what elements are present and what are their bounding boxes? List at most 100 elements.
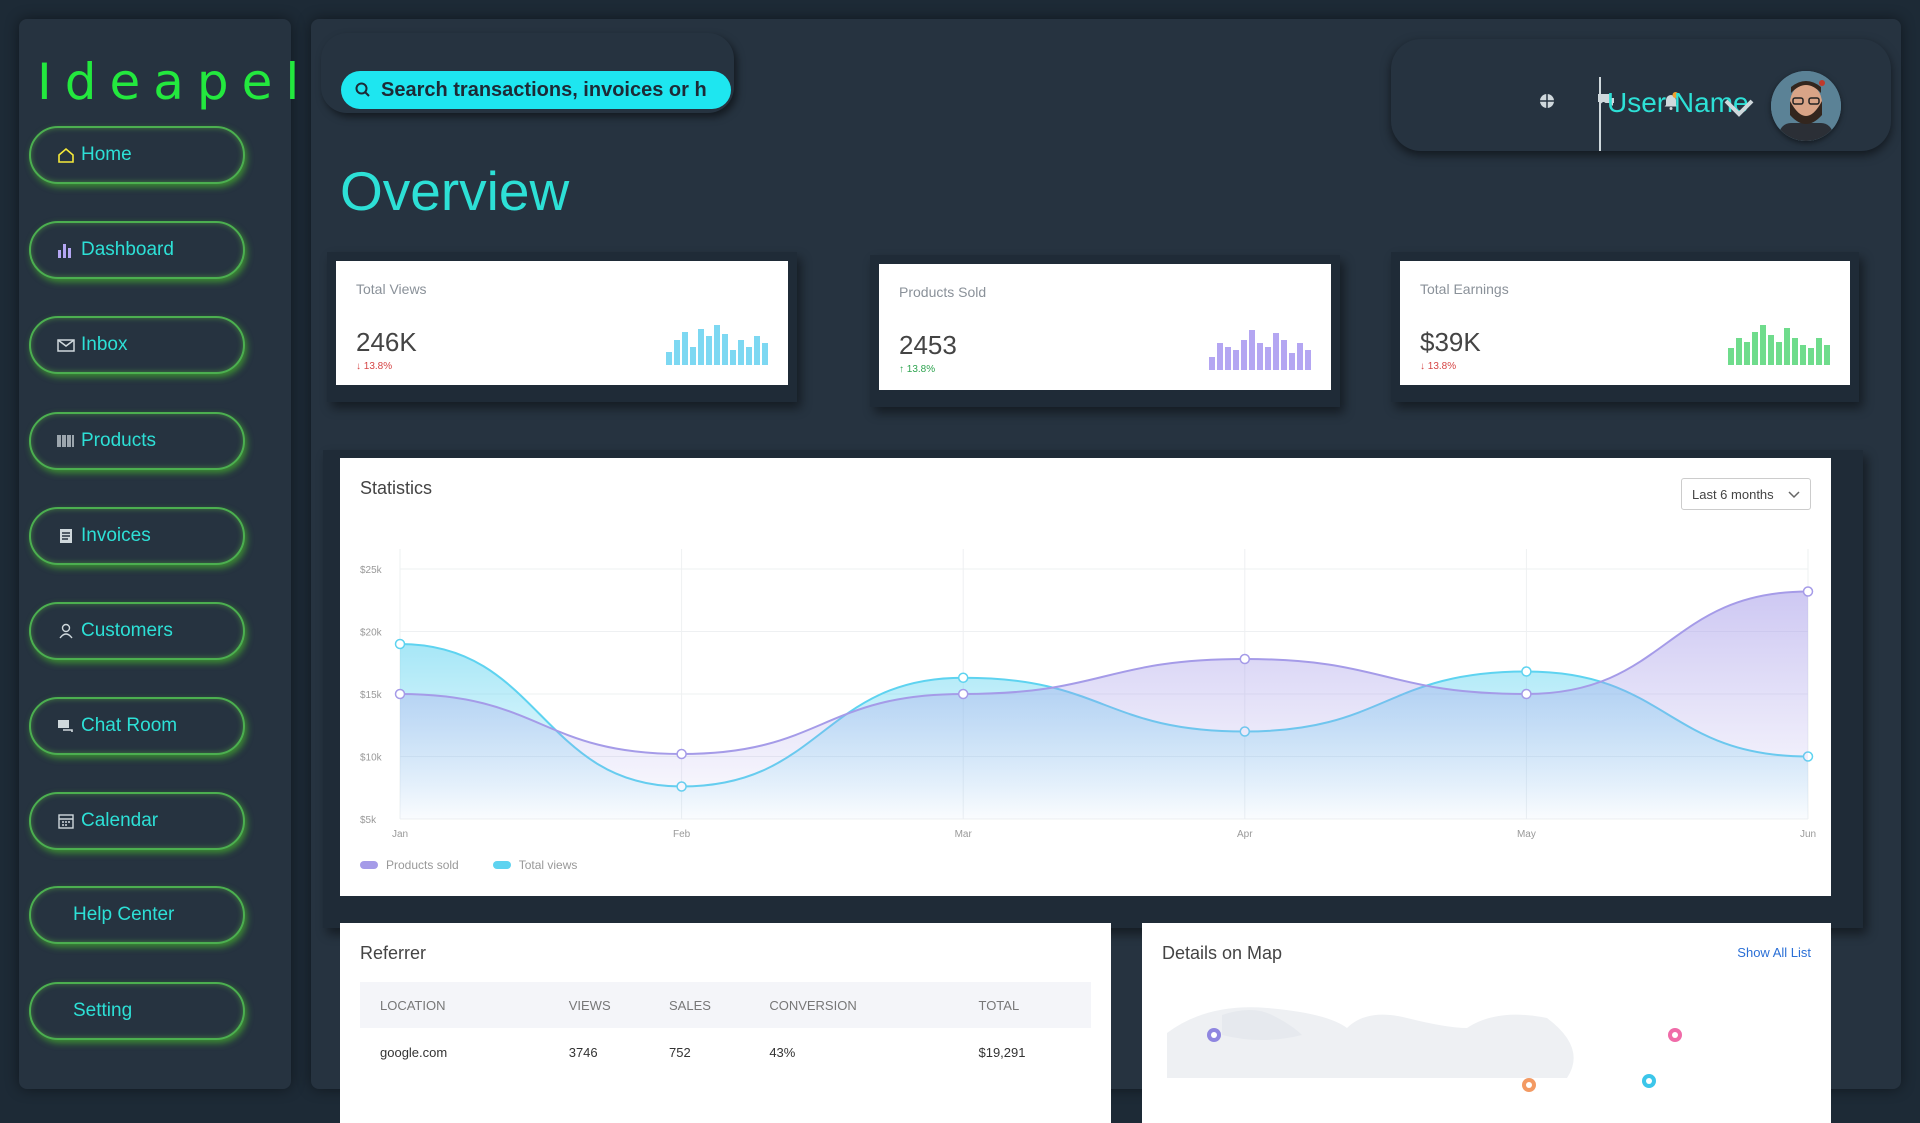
y-tick-label: $25k: [360, 565, 383, 576]
map-title: Details on Map: [1162, 943, 1283, 963]
stat-value: 246K: [356, 327, 417, 357]
legend-item[interactable]: Total views: [492, 858, 577, 872]
data-point: [1802, 586, 1814, 597]
stat-sparkbars: [666, 323, 768, 365]
legend-swatch: [360, 861, 378, 869]
data-point: [394, 688, 406, 700]
search-placeholder: Search transactions, invoices or h: [381, 78, 707, 101]
table-cell: 43%: [769, 1044, 796, 1060]
avatar[interactable]: [1771, 71, 1841, 141]
sidebar-item-setting[interactable]: Setting: [29, 982, 245, 1040]
data-point: [394, 638, 406, 650]
barcode-icon: [57, 432, 75, 450]
sidebar-item-label: Products: [81, 430, 156, 451]
data-point: [957, 688, 969, 700]
map-marker-pink[interactable]: [1668, 1028, 1682, 1042]
series-area: [400, 591, 1808, 819]
spark-bar: [674, 339, 680, 365]
spark-bar: [1776, 341, 1782, 365]
statistics-panel: Statistics Last 6 months $25k $20k $15k $10…: [340, 458, 1831, 896]
world-map: [1167, 1007, 1682, 1092]
sidebar-item-invoices[interactable]: Invoices: [29, 507, 245, 565]
map-marker-orange[interactable]: [1522, 1078, 1536, 1092]
table-header[interactable]: VIEWS: [568, 982, 669, 1028]
spark-bar: [1800, 345, 1806, 365]
sidebar-item-label: Inbox: [81, 334, 128, 355]
spark-bar: [1768, 335, 1774, 365]
spark-bar: [1289, 353, 1295, 370]
arrow-up-icon: ↑: [899, 364, 904, 375]
stat-card-total-earnings[interactable]: Total Earnings $39K ↓ 13.8%: [1400, 261, 1850, 385]
sidebar-item-inbox[interactable]: Inbox: [29, 316, 245, 374]
sidebar-item-label: Home: [81, 144, 132, 165]
brand-logo: Ideapell: [37, 53, 340, 111]
table-header[interactable]: LOCATION: [360, 982, 569, 1028]
table-cell: google.com: [380, 1044, 448, 1060]
stat-card-products-sold[interactable]: Products Sold 2453 ↑ 13.8%: [879, 264, 1331, 390]
spark-bar: [698, 328, 704, 365]
spark-bar: [1816, 338, 1822, 365]
x-tick-label: Mar: [955, 829, 973, 840]
data-point: [1239, 653, 1251, 665]
sidebar-item-home[interactable]: Home: [29, 126, 245, 184]
sidebar-item-dashboard[interactable]: Dashboard: [29, 221, 245, 279]
data-point: [1521, 666, 1532, 677]
stat-value: 2453: [899, 330, 957, 360]
globe-icon[interactable]: [1537, 91, 1557, 111]
sidebar-item-label: Invoices: [81, 525, 151, 546]
arrow-down-icon: ↓: [1420, 361, 1425, 372]
stat-card-total-views[interactable]: Total Views 246K ↓ 13.8%: [336, 261, 788, 385]
chat-icon: [57, 717, 75, 735]
spark-bar: [730, 350, 736, 365]
spark-bar: [1297, 343, 1303, 370]
y-tick-label: $15k: [360, 690, 383, 701]
spark-bar: [1249, 330, 1255, 370]
table-header[interactable]: TOTAL: [978, 982, 1091, 1028]
sidebar-item-products[interactable]: Products: [29, 412, 245, 470]
spark-bar: [690, 346, 696, 365]
referrer-panel: Referrer LOCATION VIEWS SALES CONVERSION TOT…: [340, 923, 1111, 1123]
search-icon: [355, 82, 370, 97]
stat-label: Total Earnings: [1420, 281, 1509, 297]
legend-item[interactable]: Products sold: [360, 858, 459, 872]
spark-bar: [1281, 340, 1287, 370]
spark-bar: [1744, 341, 1750, 365]
stat-change: ↓ 13.8%: [1420, 361, 1456, 372]
top-bar: User Name: [1391, 39, 1891, 151]
home-icon: [57, 146, 75, 164]
sidebar-item-label: Dashboard: [81, 239, 174, 260]
sidebar: Ideapell Home Dashboard Inbox Products Invoi…: [19, 19, 326, 1089]
sidebar-item-customers[interactable]: Customers: [29, 602, 245, 660]
sidebar-item-label: Customers: [81, 620, 173, 641]
sidebar-item-calendar[interactable]: Calendar: [29, 792, 245, 850]
chevron-down-icon[interactable]: [1723, 97, 1755, 119]
stat-label: Products Sold: [899, 284, 987, 300]
stat-change: ↑ 13.8%: [899, 364, 935, 375]
table-header[interactable]: CONVERSION: [769, 982, 979, 1028]
map-marker-cyan[interactable]: [1642, 1074, 1656, 1088]
spark-bar: [722, 334, 728, 365]
spark-bar: [746, 346, 752, 365]
map-marker-purple[interactable]: [1207, 1028, 1221, 1042]
stat-change-value: 13.8%: [1427, 361, 1457, 372]
spark-bar: [1824, 345, 1830, 365]
search-input[interactable]: Search transactions, invoices or h: [341, 71, 731, 109]
search-container: Search transactions, invoices or h: [321, 33, 734, 113]
page-title: Overview: [340, 160, 570, 222]
spark-bar: [1752, 331, 1758, 365]
map-panel: Details on Map Show All List: [1142, 923, 1831, 1123]
y-tick-label: $10k: [360, 753, 383, 764]
table-row[interactable]: google.com 3746 752 43% $19,291: [360, 1028, 1091, 1076]
stat-change-value: 13.8%: [363, 361, 393, 372]
stat-change-value: 13.8%: [906, 364, 936, 375]
stat-change: ↓ 13.8%: [356, 361, 392, 372]
spark-bar: [738, 339, 744, 365]
referrer-title: Referrer: [360, 943, 427, 963]
table-header[interactable]: SALES: [669, 982, 770, 1028]
legend-label: Products sold: [386, 858, 459, 872]
sidebar-item-chat-room[interactable]: Chat Room: [29, 697, 245, 755]
data-point: [957, 672, 969, 683]
show-all-link[interactable]: Show All List: [1737, 945, 1811, 960]
sidebar-item-label: Calendar: [81, 810, 159, 831]
sidebar-item-help-center[interactable]: Help Center: [29, 886, 245, 944]
